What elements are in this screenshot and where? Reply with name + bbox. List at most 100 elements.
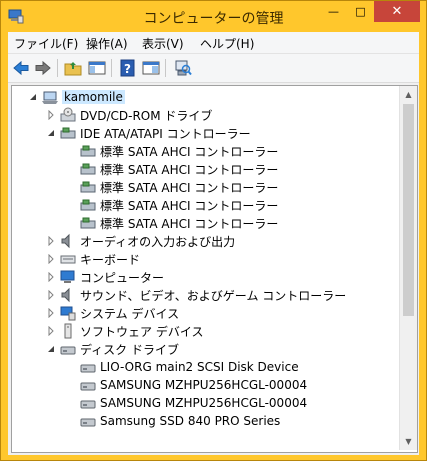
scroll-down-icon[interactable]: ▼ — [400, 433, 417, 450]
ide-controller-icon — [80, 179, 96, 195]
tree-label: IDE ATA/ATAPI コントローラー — [80, 126, 251, 141]
expand-arrow-icon[interactable] — [46, 290, 56, 300]
tree-category[interactable]: サウンド、ビデオ、およびゲーム コントローラー — [46, 286, 346, 304]
expand-arrow-icon[interactable] — [46, 236, 56, 246]
menu-action[interactable]: 操作(A) — [86, 35, 128, 52]
toolbar-separator — [165, 59, 166, 77]
status-bar — [8, 453, 419, 455]
scroll-thumb[interactable] — [403, 104, 414, 316]
disk-drive-icon — [80, 377, 96, 393]
computer-icon — [60, 269, 76, 285]
toolbar-separator — [111, 59, 112, 77]
tree-label: ディスク ドライブ — [80, 342, 179, 357]
help-icon[interactable]: ? — [119, 59, 137, 77]
tree-label: コンピューター — [80, 270, 165, 285]
collapse-arrow-icon[interactable] — [46, 128, 56, 138]
tree-label: 標準 SATA AHCI コントローラー — [100, 180, 279, 195]
ide-controller-icon — [80, 143, 96, 159]
disk-drive-icon — [80, 413, 96, 429]
tree-device[interactable]: 標準 SATA AHCI コントローラー — [66, 196, 278, 214]
toolbar: ? — [8, 54, 419, 83]
minimize-button[interactable]: — — [320, 1, 347, 22]
show-hide-console-tree-icon[interactable] — [88, 59, 106, 77]
scan-hardware-icon[interactable] — [174, 59, 192, 77]
menu-help[interactable]: ヘルプ(H) — [200, 35, 254, 52]
client-area: ファイル(F) 操作(A) 表示(V) ヘルプ(H) ? kamomile DV… — [8, 32, 419, 455]
ide-controller-icon — [80, 161, 96, 177]
minimize-icon: — — [328, 5, 339, 18]
tree-device[interactable]: 標準 SATA AHCI コントローラー — [66, 160, 278, 178]
system-device-icon — [60, 305, 76, 321]
tree-label: 標準 SATA AHCI コントローラー — [100, 216, 279, 231]
tree-device[interactable]: SAMSUNG MZHPU256HCGL-00004 — [66, 394, 307, 412]
expand-arrow-icon[interactable] — [46, 326, 56, 336]
expand-arrow-icon[interactable] — [46, 110, 56, 120]
menu-view[interactable]: 表示(V) — [142, 35, 184, 52]
ide-controller-icon — [80, 197, 96, 213]
properties-icon[interactable] — [142, 59, 160, 77]
keyboard-icon — [60, 251, 76, 267]
menu-file[interactable]: ファイル(F) — [14, 35, 78, 52]
laptop-icon — [42, 89, 58, 105]
tree-label: DVD/CD-ROM ドライブ — [80, 108, 213, 123]
disk-drive-icon — [80, 395, 96, 411]
tree-label: Samsung SSD 840 PRO Series — [100, 414, 281, 428]
maximize-button[interactable]: □ — [347, 1, 374, 22]
scroll-up-icon[interactable]: ▲ — [400, 86, 417, 103]
tree-device[interactable]: 標準 SATA AHCI コントローラー — [66, 178, 278, 196]
tree-root[interactable]: kamomile — [28, 88, 125, 106]
collapse-arrow-icon[interactable] — [28, 92, 38, 102]
expand-arrow-icon[interactable] — [46, 272, 56, 282]
speaker-icon — [60, 233, 76, 249]
expand-arrow-icon[interactable] — [46, 308, 56, 318]
window-controls: — □ ✕ — [320, 1, 420, 22]
tree-category[interactable]: DVD/CD-ROM ドライブ — [46, 106, 212, 124]
tree-label: システム デバイス — [80, 306, 180, 321]
tree-category[interactable]: キーボード — [46, 250, 140, 268]
tree-label: 標準 SATA AHCI コントローラー — [100, 198, 279, 213]
tree-device[interactable]: 標準 SATA AHCI コントローラー — [66, 214, 278, 232]
tree-device[interactable]: SAMSUNG MZHPU256HCGL-00004 — [66, 376, 307, 394]
tree-label: オーディオの入力および出力 — [80, 234, 236, 249]
tree-category[interactable]: ソフトウェア デバイス — [46, 322, 203, 340]
speaker-icon — [60, 287, 76, 303]
maximize-icon: □ — [355, 5, 366, 18]
device-tree[interactable]: kamomile DVD/CD-ROM ドライブ IDE ATA/ATAPI コント… — [11, 85, 418, 453]
titlebar[interactable]: コンピューターの管理 — □ ✕ — [1, 1, 426, 32]
tree-label: 標準 SATA AHCI コントローラー — [100, 144, 279, 159]
tree-category[interactable]: オーディオの入力および出力 — [46, 232, 235, 250]
vertical-scrollbar[interactable]: ▲ ▼ — [399, 86, 417, 450]
ide-controller-icon — [60, 125, 76, 141]
tree-device[interactable]: 標準 SATA AHCI コントローラー — [66, 142, 278, 160]
back-arrow-icon[interactable] — [12, 59, 30, 77]
collapse-arrow-icon[interactable] — [46, 344, 56, 354]
tree-category[interactable]: ディスク ドライブ — [46, 340, 179, 358]
tree-category[interactable]: IDE ATA/ATAPI コントローラー — [46, 124, 251, 142]
forward-arrow-icon[interactable] — [34, 59, 52, 77]
software-device-icon — [60, 323, 76, 339]
tree-label: SAMSUNG MZHPU256HCGL-00004 — [100, 378, 308, 392]
disk-drive-icon — [60, 341, 76, 357]
tree-category[interactable]: システム デバイス — [46, 304, 179, 322]
tree-label: キーボード — [80, 252, 141, 267]
ide-controller-icon — [80, 215, 96, 231]
tree-device[interactable]: Samsung SSD 840 PRO Series — [66, 412, 280, 430]
tree-device[interactable]: LIO-ORG main2 SCSI Disk Device — [66, 358, 299, 376]
tree-label: kamomile — [62, 90, 125, 104]
tree-category[interactable]: コンピューター — [46, 268, 164, 286]
tree-label: SAMSUNG MZHPU256HCGL-00004 — [100, 396, 308, 410]
menubar: ファイル(F) 操作(A) 表示(V) ヘルプ(H) — [8, 32, 419, 54]
up-folder-icon[interactable] — [64, 59, 82, 77]
close-button[interactable]: ✕ — [374, 1, 420, 22]
tree-label: ソフトウェア デバイス — [80, 324, 204, 339]
window: コンピューターの管理 — □ ✕ ファイル(F) 操作(A) 表示(V) ヘルプ… — [0, 0, 427, 461]
expand-arrow-icon[interactable] — [46, 254, 56, 264]
